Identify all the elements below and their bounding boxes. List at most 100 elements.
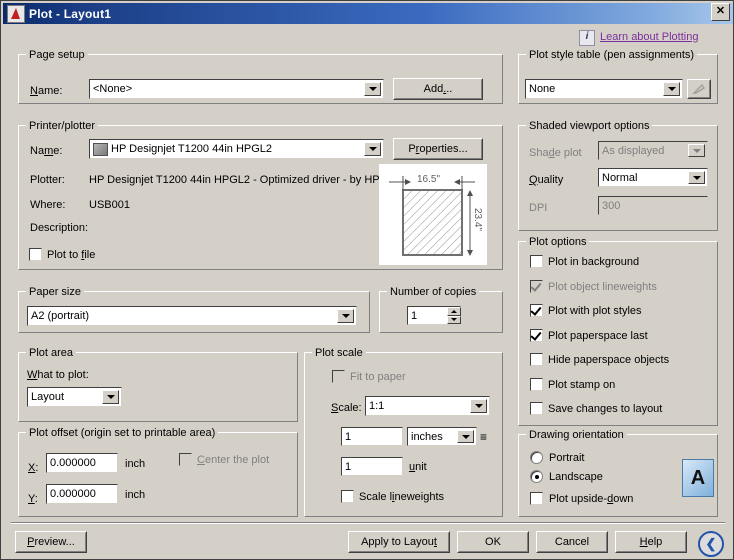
plot-style-table-combo[interactable]: None <box>525 79 683 99</box>
chevron-down-icon[interactable] <box>470 399 487 413</box>
scale-units-combo[interactable]: inches <box>407 427 477 446</box>
paper-size-combo[interactable]: A2 (portrait) <box>27 306 357 326</box>
dpi-label: DPI <box>529 202 548 214</box>
page-setup-name-combo[interactable]: <None> <box>89 79 384 99</box>
scale-denominator-value: 1 <box>345 460 352 473</box>
offset-y-input[interactable]: 0.000000 <box>46 484 118 504</box>
printer-plotter-title: Printer/plotter <box>26 120 99 132</box>
center-plot-label: Center the plot <box>197 454 270 466</box>
scale-value: 1:1 <box>369 400 385 412</box>
landscape-radio[interactable] <box>530 470 543 483</box>
chevron-down-icon[interactable] <box>364 142 381 156</box>
plot-offset-group: Plot offset (origin set to printable are… <box>18 427 298 517</box>
plot-upside-down-checkbox[interactable] <box>530 492 543 505</box>
cancel-button[interactable]: Cancel <box>536 531 608 553</box>
plot-to-file-checkbox[interactable] <box>29 248 42 261</box>
shade-plot-combo[interactable]: As displayed <box>598 141 708 160</box>
copies-increment[interactable] <box>447 307 461 316</box>
plot-option-checkbox[interactable] <box>530 255 543 268</box>
printer-name-value: HP Designjet T1200 44in HPGL2 <box>111 143 273 155</box>
copies-value: 1 <box>411 309 418 322</box>
add-page-setup-button[interactable]: Add... <box>393 78 483 100</box>
collapse-less-icon[interactable]: ❮ <box>698 531 724 557</box>
offset-x-input[interactable]: 0.000000 <box>46 453 118 473</box>
learn-about-plotting-link[interactable]: Learn about Plotting <box>600 31 698 43</box>
scale-combo[interactable]: 1:1 <box>365 396 490 416</box>
chevron-down-icon[interactable] <box>688 144 705 157</box>
close-button[interactable]: ✕ <box>711 3 730 21</box>
printer-icon <box>93 142 108 156</box>
plot-option-label: Plot paperspace last <box>548 330 648 342</box>
help-button[interactable]: Help <box>615 531 687 553</box>
plot-option-label: Plot stamp on <box>548 379 616 391</box>
scale-denominator-input[interactable]: 1 <box>341 457 403 476</box>
dpi-value: 300 <box>602 199 621 212</box>
scale-label: Scale: <box>331 402 362 414</box>
where-label: Where: <box>30 199 66 211</box>
plot-dialog: Plot - Layout1 ✕ i Learn about Plotting … <box>0 0 734 560</box>
chevron-down-icon[interactable] <box>364 82 381 96</box>
properties-button-label: Properties... <box>408 143 468 155</box>
offset-x-unit: inch <box>125 458 146 470</box>
scale-numerator-input[interactable]: 1 <box>341 427 403 446</box>
paper-size-value: A2 (portrait) <box>31 310 90 322</box>
plot-area-title: Plot area <box>26 347 77 359</box>
plot-style-table-title: Plot style table (pen assignments) <box>526 49 698 61</box>
shaded-viewport-title: Shaded viewport options <box>526 120 653 132</box>
copies-decrement[interactable] <box>447 315 461 324</box>
plot-options-title: Plot options <box>526 236 590 248</box>
page-setup-name-value: <None> <box>93 83 133 95</box>
plot-option-label: Plot with plot styles <box>548 305 642 317</box>
apply-to-layout-button[interactable]: Apply to Layout <box>348 531 450 553</box>
help-button-label: Help <box>639 536 663 548</box>
plot-option-checkbox[interactable] <box>530 329 543 342</box>
plot-offset-title: Plot offset (origin set to printable are… <box>26 427 219 439</box>
what-to-plot-combo[interactable]: Layout <box>27 387 122 407</box>
copies-stepper[interactable] <box>447 307 461 324</box>
what-to-plot-value: Layout <box>31 391 65 403</box>
page-setup-title: Page setup <box>26 49 88 61</box>
shade-plot-label: Shade plot <box>529 147 582 159</box>
plot-option-checkbox[interactable] <box>530 402 543 415</box>
quality-combo[interactable]: Normal <box>598 168 708 187</box>
chevron-down-icon[interactable] <box>688 171 705 184</box>
plot-option-checkbox[interactable] <box>530 304 543 317</box>
center-plot-checkbox[interactable] <box>179 453 192 466</box>
ok-button[interactable]: OK <box>457 531 529 553</box>
printer-name-combo[interactable]: HP Designjet T1200 44in HPGL2 <box>89 139 384 159</box>
offset-x-label: X: <box>28 462 39 474</box>
dpi-input[interactable]: 300 <box>598 196 708 215</box>
printer-name-label: Name: <box>30 145 63 157</box>
scale-units-value: inches <box>411 430 443 443</box>
preview-button[interactable]: Preview... <box>15 531 87 553</box>
preview-height-dim: 23.4" <box>472 208 483 232</box>
scale-lineweights-checkbox[interactable] <box>341 490 354 503</box>
scale-menu-icon[interactable]: ≡ <box>480 430 487 444</box>
quality-value: Normal <box>602 171 638 184</box>
preview-width-dim: 16.5" <box>415 174 443 185</box>
chevron-down-icon[interactable] <box>102 390 119 404</box>
portrait-radio[interactable] <box>530 451 543 464</box>
paper-preview: 16.5" 23.4" <box>379 164 487 265</box>
info-icon: i <box>579 30 595 46</box>
plot-option-checkbox[interactable] <box>530 378 543 391</box>
plotter-label: Plotter: <box>30 174 65 186</box>
landscape-label: Landscape <box>549 471 603 483</box>
chevron-down-icon[interactable] <box>663 82 680 96</box>
offset-x-value: 0.000000 <box>50 457 96 469</box>
chevron-down-icon[interactable] <box>337 309 354 323</box>
plot-option-checkbox[interactable] <box>530 353 543 366</box>
offset-y-value: 0.000000 <box>50 488 96 500</box>
title-bar: Plot - Layout1 <box>3 3 733 24</box>
plot-option-label: Hide paperspace objects <box>548 354 670 366</box>
autocad-plot-icon <box>7 4 25 23</box>
pen-edit-icon <box>692 83 705 94</box>
orientation-preview-icon: A <box>682 459 714 497</box>
paper-size-title: Paper size <box>26 286 84 298</box>
drawing-orientation-title: Drawing orientation <box>526 429 627 441</box>
printer-properties-button[interactable]: Properties... <box>393 138 483 160</box>
fit-to-paper-checkbox[interactable] <box>332 370 345 383</box>
shade-plot-value: As displayed <box>602 144 665 157</box>
edit-plot-style-button[interactable] <box>687 79 711 99</box>
chevron-down-icon[interactable] <box>457 430 474 443</box>
